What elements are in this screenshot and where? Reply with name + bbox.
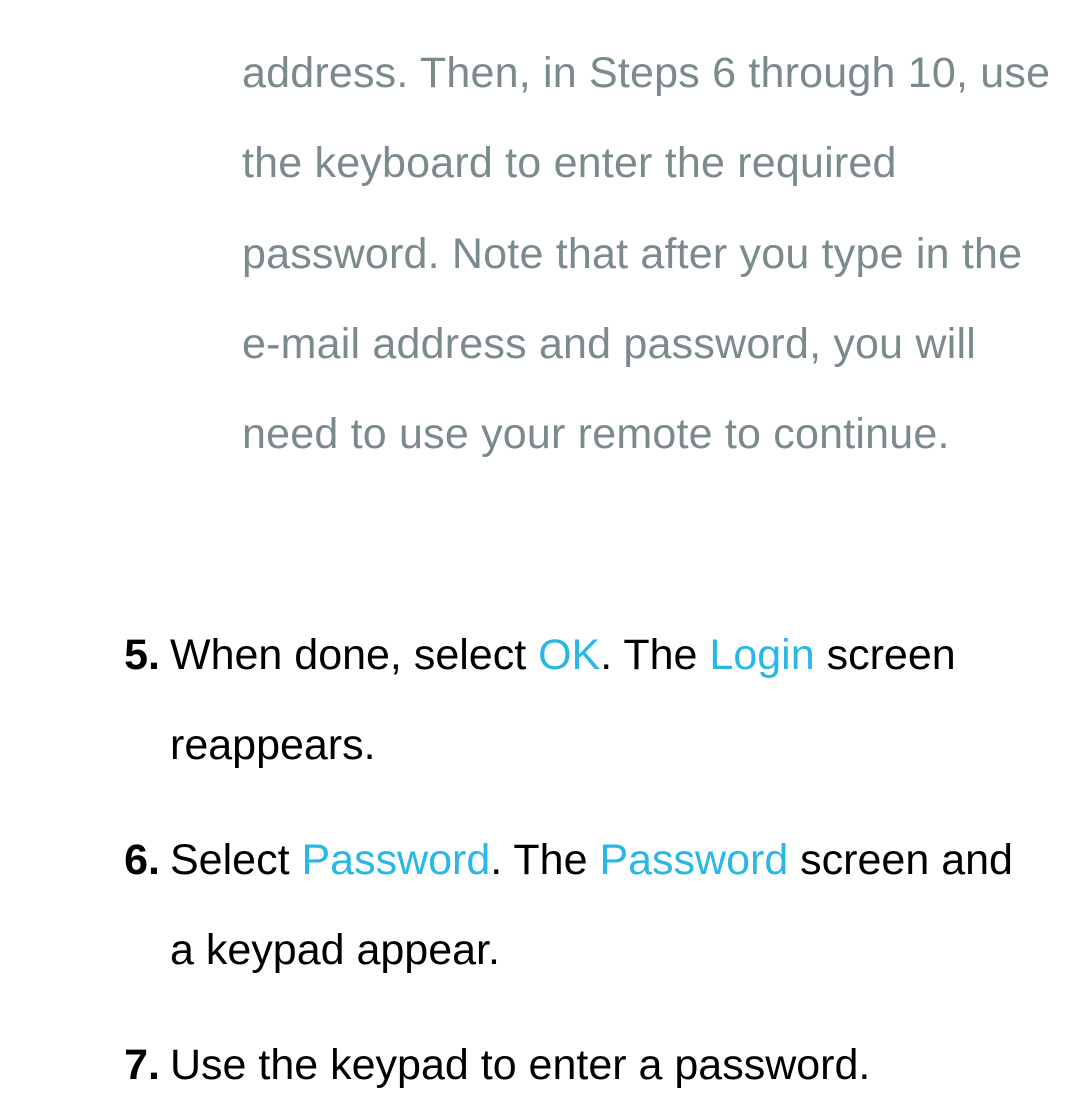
- password-highlight-2: Password: [599, 836, 788, 884]
- step-5-text-2: . The: [600, 631, 709, 679]
- step-6-text-2: . The: [490, 836, 599, 884]
- step-6: 6.Select Password. The Password screen a…: [108, 815, 1058, 996]
- login-highlight: Login: [709, 631, 814, 679]
- step-5-body: When done, select OK. The Login screen r…: [170, 610, 1045, 791]
- step-6-body: Select Password. The Password screen and…: [170, 815, 1045, 996]
- step-7-body: Use the keypad to enter a password.: [170, 1020, 1045, 1110]
- password-highlight-1: Password: [301, 836, 490, 884]
- step-7: 7.Use the keypad to enter a password.: [108, 1020, 1058, 1110]
- intro-text: address. Then, in Steps 6 through 10, us…: [242, 49, 1050, 458]
- step-7-number: 7.: [108, 1020, 170, 1110]
- step-5-number: 5.: [108, 610, 170, 700]
- step-7-text-1: Use the keypad to enter a password.: [170, 1041, 870, 1089]
- intro-paragraph: address. Then, in Steps 6 through 10, us…: [242, 28, 1052, 479]
- step-5-text-1: When done, select: [170, 631, 538, 679]
- step-6-text-1: Select: [170, 836, 301, 884]
- ok-highlight: OK: [538, 631, 600, 679]
- step-5: 5.When done, select OK. The Login screen…: [108, 610, 1058, 791]
- step-6-number: 6.: [108, 815, 170, 905]
